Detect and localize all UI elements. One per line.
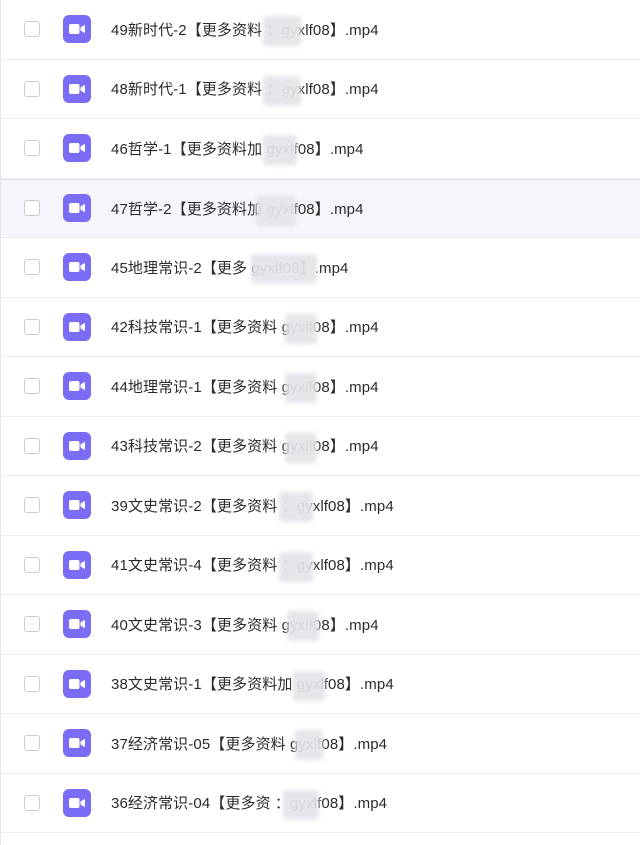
redaction-blur — [287, 611, 319, 641]
file-row[interactable]: 49新时代-2【更多资料 ：gyxlf08】.mp4 — [1, 0, 640, 60]
redaction-blur — [279, 492, 313, 522]
video-file-icon — [63, 134, 91, 163]
row-checkbox[interactable] — [24, 318, 40, 335]
file-list: 49新时代-2【更多资料 ：gyxlf08】.mp4 48新时代-1【更多资料 … — [0, 0, 640, 845]
file-name[interactable]: 40文史常识-3【更多资料 gyxlf08】.mp4 — [111, 614, 379, 635]
file-row[interactable]: 36经济常识-04【更多资 ：gyxlf08】.mp4 — [1, 774, 640, 833]
file-name[interactable]: 46哲学-1【更多资料加 gyxlf08】.mp4 — [111, 138, 364, 159]
file-name[interactable]: 41文史常识-4【更多资料 ：gyxlf08】.mp4 — [111, 554, 394, 575]
file-name[interactable]: 44地理常识-1【更多资料 gyxlf08】.mp4 — [111, 376, 379, 397]
file-row[interactable]: 43科技常识-2【更多资料 gyxlf08】.mp4 — [1, 417, 640, 476]
redaction-blur — [263, 135, 297, 165]
redaction-blur — [295, 730, 323, 760]
row-checkbox[interactable] — [24, 378, 40, 395]
file-row[interactable]: 41文史常识-4【更多资料 ：gyxlf08】.mp4 — [1, 536, 640, 595]
redaction-blur — [293, 670, 325, 701]
file-row[interactable]: 37经济常识-05【更多资料 gyxlf08】.mp4 — [1, 714, 640, 774]
file-name[interactable]: 37经济常识-05【更多资料 gyxlf08】.mp4 — [111, 733, 387, 754]
file-row[interactable]: 40文史常识-3【更多资料 gyxlf08】.mp4 — [1, 595, 640, 655]
video-file-icon — [63, 788, 91, 817]
redaction-blur — [263, 16, 301, 46]
row-checkbox[interactable] — [24, 259, 40, 276]
file-name[interactable]: 49新时代-2【更多资料 ：gyxlf08】.mp4 — [111, 19, 379, 40]
file-name[interactable]: 38文史常识-1【更多资料加 gyxlf08】.mp4 — [111, 673, 394, 694]
redaction-blur — [279, 551, 313, 582]
video-file-icon — [63, 729, 91, 758]
file-name[interactable]: 39文史常识-2【更多资料 ：gyxlf08】.mp4 — [111, 495, 394, 516]
redaction-blur — [283, 789, 319, 820]
video-file-icon — [63, 669, 91, 698]
file-name[interactable]: 42科技常识-1【更多资料 gyxlf08】.mp4 — [111, 316, 379, 337]
video-file-icon — [63, 194, 91, 223]
file-name[interactable]: 48新时代-1【更多资料 ：gyxlf08】.mp4 — [111, 78, 379, 99]
video-file-icon — [63, 312, 91, 341]
row-checkbox[interactable] — [24, 80, 40, 97]
video-file-icon — [63, 253, 91, 282]
video-file-icon — [63, 550, 91, 579]
row-checkbox[interactable] — [24, 21, 40, 38]
file-name[interactable]: 36经济常识-04【更多资 ：gyxlf08】.mp4 — [111, 792, 387, 813]
video-file-icon — [63, 74, 91, 103]
redaction-blur — [263, 75, 301, 106]
file-row[interactable]: 48新时代-1【更多资料 ：gyxlf08】.mp4 — [1, 60, 640, 119]
file-row[interactable]: 44地理常识-1【更多资料 gyxlf08】.mp4 — [1, 357, 640, 417]
redaction-blur — [285, 313, 317, 344]
row-checkbox[interactable] — [24, 616, 40, 633]
video-file-icon — [63, 491, 91, 520]
row-checkbox[interactable] — [24, 556, 40, 573]
redaction-blur — [285, 432, 317, 463]
row-checkbox[interactable] — [24, 675, 40, 692]
file-row-hovered[interactable]: 47哲学-2【更多资料加 gyxlf08】.mp4 — [1, 178, 640, 238]
redaction-blur — [251, 254, 317, 284]
video-file-icon — [63, 372, 91, 401]
row-checkbox[interactable] — [24, 200, 40, 217]
row-checkbox[interactable] — [24, 140, 40, 157]
file-row[interactable]: 38文史常识-1【更多资料加 gyxlf08】.mp4 — [1, 655, 640, 714]
video-file-icon — [63, 610, 91, 639]
row-checkbox[interactable] — [24, 497, 40, 514]
row-checkbox[interactable] — [24, 794, 40, 811]
redaction-blur — [285, 373, 317, 403]
video-file-icon — [63, 15, 91, 44]
row-checkbox[interactable] — [24, 437, 40, 454]
file-row[interactable]: 46哲学-1【更多资料加 gyxlf08】.mp4 — [1, 119, 640, 179]
row-checkbox[interactable] — [24, 735, 40, 752]
file-row[interactable]: 45地理常识-2【更多 gyxlf08】.mp4 — [1, 238, 640, 298]
file-row[interactable]: 42科技常识-1【更多资料 gyxlf08】.mp4 — [1, 298, 640, 357]
video-file-icon — [63, 431, 91, 460]
redaction-blur — [256, 195, 296, 226]
file-row[interactable]: 39文史常识-2【更多资料 ：gyxlf08】.mp4 — [1, 476, 640, 536]
file-name[interactable]: 47哲学-2【更多资料加 gyxlf08】.mp4 — [111, 198, 364, 219]
file-name[interactable]: 43科技常识-2【更多资料 gyxlf08】.mp4 — [111, 435, 379, 456]
